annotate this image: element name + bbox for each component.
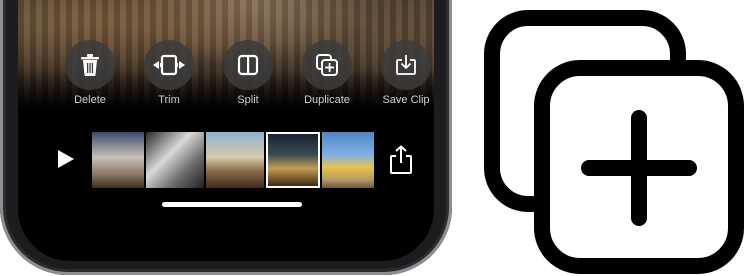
play-icon (58, 150, 74, 168)
trim-button[interactable]: Trim (131, 40, 207, 106)
clip-thumbnail[interactable] (206, 132, 264, 188)
delete-label: Delete (74, 94, 106, 106)
save-clip-button-circle (381, 40, 431, 90)
delete-button-circle (65, 40, 115, 90)
share-icon (390, 145, 412, 174)
clip-edit-toolbar: Delete Trim Split Duplicate Save Clip (58, 40, 434, 110)
duplicate-button[interactable]: Duplicate (289, 40, 365, 106)
trim-icon (153, 54, 185, 76)
clip-thumbnail[interactable] (322, 132, 374, 188)
duplicate-label: Duplicate (304, 94, 350, 106)
play-button[interactable] (53, 147, 77, 171)
home-indicator (162, 202, 302, 207)
trim-button-circle (144, 40, 194, 90)
split-label: Split (237, 94, 259, 106)
clip-timeline (18, 132, 434, 192)
duplicate-icon (484, 10, 744, 274)
phone-frame: Delete Trim Split Duplicate Save Clip (0, 0, 452, 275)
duplicate-button-circle (302, 40, 352, 90)
trash-icon (81, 54, 99, 76)
save-clip-button[interactable]: Save Clip (368, 40, 434, 106)
stage: Delete Trim Split Duplicate Save Clip (0, 0, 754, 276)
save-clip-icon (396, 55, 416, 75)
split-button-circle (223, 40, 273, 90)
clip-thumbnail[interactable] (92, 132, 144, 188)
clip-thumbnail[interactable] (146, 132, 204, 188)
split-icon (237, 54, 259, 76)
share-button[interactable] (388, 145, 414, 175)
duplicate-icon (316, 54, 338, 76)
phone-screen: Delete Trim Split Duplicate Save Clip (18, 0, 434, 261)
split-button[interactable]: Split (210, 40, 286, 106)
save-clip-label: Save Clip (382, 94, 430, 106)
delete-button[interactable]: Delete (52, 40, 128, 106)
trim-label: Trim (158, 94, 180, 106)
clip-thumbnail-selected[interactable] (266, 132, 320, 188)
